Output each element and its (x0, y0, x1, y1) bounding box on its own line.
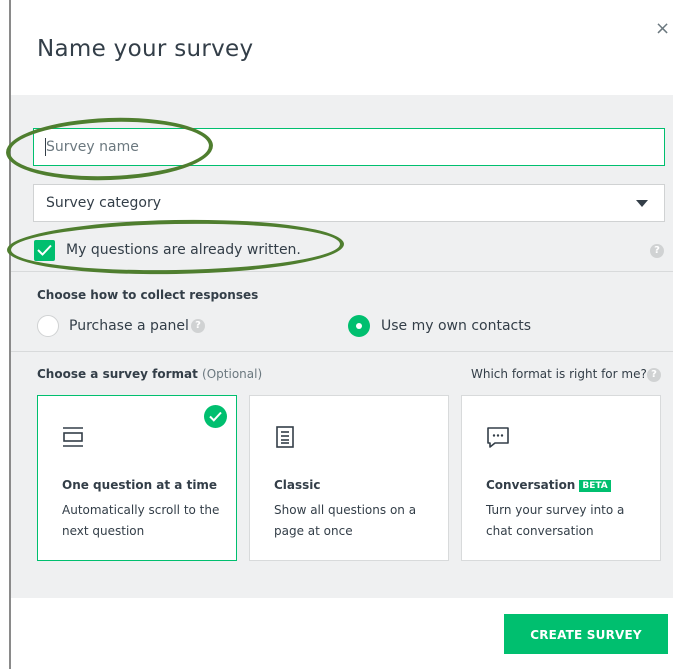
which-format-link[interactable]: Which format is right for me? (471, 367, 647, 381)
dialog-title: Name your survey (37, 36, 254, 62)
own-contacts-radio[interactable] (348, 315, 370, 337)
survey-name-input[interactable] (34, 129, 664, 165)
own-contacts-label: Use my own contacts (381, 318, 532, 334)
card-title: Classic (274, 478, 321, 492)
divider (11, 271, 673, 272)
survey-name-field[interactable] (33, 128, 665, 166)
divider (11, 351, 673, 352)
optional-label: (Optional) (202, 367, 263, 381)
card-title-text: Conversation (486, 478, 576, 492)
card-title: Conversation BETA (486, 478, 611, 492)
format-heading: Choose a survey format (Optional) (37, 367, 262, 381)
one-question-icon (63, 427, 83, 447)
selected-check-icon (204, 405, 227, 428)
close-icon[interactable]: × (655, 20, 670, 38)
checkmark-icon (37, 244, 52, 256)
create-survey-button[interactable]: CREATE SURVEY (504, 614, 668, 654)
chevron-down-icon (636, 200, 648, 207)
text-caret (45, 138, 46, 156)
help-icon[interactable]: ? (650, 244, 664, 258)
card-description: Automatically scroll to the next questio… (62, 503, 220, 538)
collect-heading: Choose how to collect responses (37, 288, 259, 302)
purchase-panel-radio[interactable] (37, 315, 59, 337)
card-description: Turn your survey into a chat conversatio… (486, 503, 625, 538)
list-icon (276, 426, 294, 448)
chat-icon (487, 427, 509, 448)
already-written-checkbox[interactable] (34, 240, 55, 261)
beta-badge: BETA (579, 480, 611, 492)
help-icon[interactable]: ? (647, 368, 661, 382)
format-card-conversation[interactable]: Conversation BETA Turn your survey into a… (461, 395, 661, 561)
card-description: Show all questions on a page at once (274, 503, 417, 538)
survey-category-label: Survey category (46, 195, 162, 211)
format-card-classic[interactable]: Classic Show all questions on a page at … (249, 395, 449, 561)
format-heading-text: Choose a survey format (37, 367, 198, 381)
purchase-panel-label: Purchase a panel (69, 318, 189, 334)
card-title: One question at a time (62, 478, 218, 492)
already-written-label: My questions are already written. (66, 242, 301, 258)
survey-category-select[interactable]: Survey category (33, 184, 665, 222)
help-icon[interactable]: ? (191, 319, 205, 333)
